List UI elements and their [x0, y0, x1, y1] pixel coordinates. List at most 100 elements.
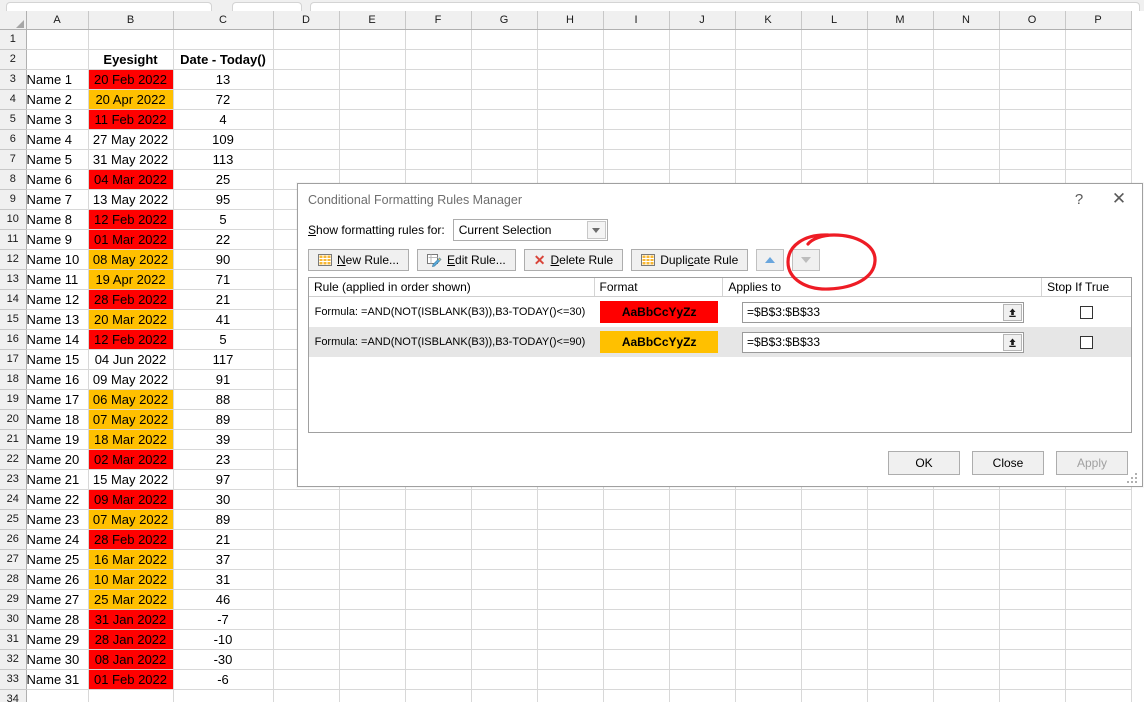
cell-A33[interactable]: Name 31	[26, 669, 89, 690]
cell-O33[interactable]	[999, 669, 1066, 690]
column-header-f[interactable]: F	[405, 11, 472, 30]
cell-L24[interactable]	[801, 489, 868, 510]
cell-L2[interactable]	[801, 49, 868, 70]
cell-J25[interactable]	[669, 509, 736, 530]
cell-A6[interactable]: Name 4	[26, 129, 89, 150]
cell-A26[interactable]: Name 24	[26, 529, 89, 550]
cell-H28[interactable]	[537, 569, 604, 590]
cell-A21[interactable]: Name 19	[26, 429, 89, 450]
cell-G29[interactable]	[471, 589, 538, 610]
cell-A32[interactable]: Name 30	[26, 649, 89, 670]
cell-E29[interactable]	[339, 589, 406, 610]
row-header-31[interactable]: 31	[0, 629, 27, 650]
cell-I32[interactable]	[603, 649, 670, 670]
cell-N7[interactable]	[933, 149, 1000, 170]
cell-C25[interactable]: 89	[173, 509, 274, 530]
cell-A20[interactable]: Name 18	[26, 409, 89, 430]
cell-F30[interactable]	[405, 609, 472, 630]
cell-F1[interactable]	[405, 29, 472, 50]
row-header-29[interactable]: 29	[0, 589, 27, 610]
cell-M6[interactable]	[867, 129, 934, 150]
cell-L6[interactable]	[801, 129, 868, 150]
row-header-14[interactable]: 14	[0, 289, 27, 310]
edit-rule-button[interactable]: Edit Rule...	[417, 249, 516, 271]
cell-G6[interactable]	[471, 129, 538, 150]
cell-D28[interactable]	[273, 569, 340, 590]
cell-H1[interactable]	[537, 29, 604, 50]
row-header-24[interactable]: 24	[0, 489, 27, 510]
cell-P29[interactable]	[1065, 589, 1132, 610]
cell-C13[interactable]: 71	[173, 269, 274, 290]
cell-L4[interactable]	[801, 89, 868, 110]
cell-L26[interactable]	[801, 529, 868, 550]
cell-J30[interactable]	[669, 609, 736, 630]
cell-D3[interactable]	[273, 69, 340, 90]
cell-F3[interactable]	[405, 69, 472, 90]
cell-O24[interactable]	[999, 489, 1066, 510]
cell-B12[interactable]: 08 May 2022	[88, 249, 174, 270]
cell-F26[interactable]	[405, 529, 472, 550]
cell-C7[interactable]: 113	[173, 149, 274, 170]
cell-O1[interactable]	[999, 29, 1066, 50]
row-header-12[interactable]: 12	[0, 249, 27, 270]
cell-B4[interactable]: 20 Apr 2022	[88, 89, 174, 110]
cell-P4[interactable]	[1065, 89, 1132, 110]
row-header-23[interactable]: 23	[0, 469, 27, 490]
row-header-27[interactable]: 27	[0, 549, 27, 570]
cell-L3[interactable]	[801, 69, 868, 90]
cell-N25[interactable]	[933, 509, 1000, 530]
cell-J33[interactable]	[669, 669, 736, 690]
column-header-n[interactable]: N	[933, 11, 1000, 30]
cell-K27[interactable]	[735, 549, 802, 570]
cell-O5[interactable]	[999, 109, 1066, 130]
cell-B21[interactable]: 18 Mar 2022	[88, 429, 174, 450]
cell-J1[interactable]	[669, 29, 736, 50]
cell-A29[interactable]: Name 27	[26, 589, 89, 610]
cell-J3[interactable]	[669, 69, 736, 90]
row-header-18[interactable]: 18	[0, 369, 27, 390]
cell-M2[interactable]	[867, 49, 934, 70]
cell-C31[interactable]: -10	[173, 629, 274, 650]
cell-J28[interactable]	[669, 569, 736, 590]
cell-O31[interactable]	[999, 629, 1066, 650]
cell-N4[interactable]	[933, 89, 1000, 110]
cell-A9[interactable]: Name 7	[26, 189, 89, 210]
cell-K25[interactable]	[735, 509, 802, 530]
cell-H6[interactable]	[537, 129, 604, 150]
cell-A22[interactable]: Name 20	[26, 449, 89, 470]
row-header-11[interactable]: 11	[0, 229, 27, 250]
row-header-4[interactable]: 4	[0, 89, 27, 110]
cell-C18[interactable]: 91	[173, 369, 274, 390]
column-header-o[interactable]: O	[999, 11, 1066, 30]
cell-G33[interactable]	[471, 669, 538, 690]
cell-P5[interactable]	[1065, 109, 1132, 130]
cell-E32[interactable]	[339, 649, 406, 670]
cell-H4[interactable]	[537, 89, 604, 110]
ribbon-tab-3[interactable]	[310, 2, 1140, 11]
cell-L33[interactable]	[801, 669, 868, 690]
cell-C20[interactable]: 89	[173, 409, 274, 430]
cell-B5[interactable]: 11 Feb 2022	[88, 109, 174, 130]
cell-D25[interactable]	[273, 509, 340, 530]
cell-G5[interactable]	[471, 109, 538, 130]
row-header-25[interactable]: 25	[0, 509, 27, 530]
cell-I1[interactable]	[603, 29, 670, 50]
cell-E30[interactable]	[339, 609, 406, 630]
cell-P24[interactable]	[1065, 489, 1132, 510]
cell-H27[interactable]	[537, 549, 604, 570]
cell-D32[interactable]	[273, 649, 340, 670]
cell-A28[interactable]: Name 26	[26, 569, 89, 590]
cell-C29[interactable]: 46	[173, 589, 274, 610]
cell-B1[interactable]	[88, 29, 174, 50]
cell-K24[interactable]	[735, 489, 802, 510]
cell-N30[interactable]	[933, 609, 1000, 630]
cell-N6[interactable]	[933, 129, 1000, 150]
cell-C21[interactable]: 39	[173, 429, 274, 450]
cell-E1[interactable]	[339, 29, 406, 50]
cell-B27[interactable]: 16 Mar 2022	[88, 549, 174, 570]
cell-C9[interactable]: 95	[173, 189, 274, 210]
cell-N1[interactable]	[933, 29, 1000, 50]
cell-G24[interactable]	[471, 489, 538, 510]
column-header-e[interactable]: E	[339, 11, 406, 30]
cell-D26[interactable]	[273, 529, 340, 550]
